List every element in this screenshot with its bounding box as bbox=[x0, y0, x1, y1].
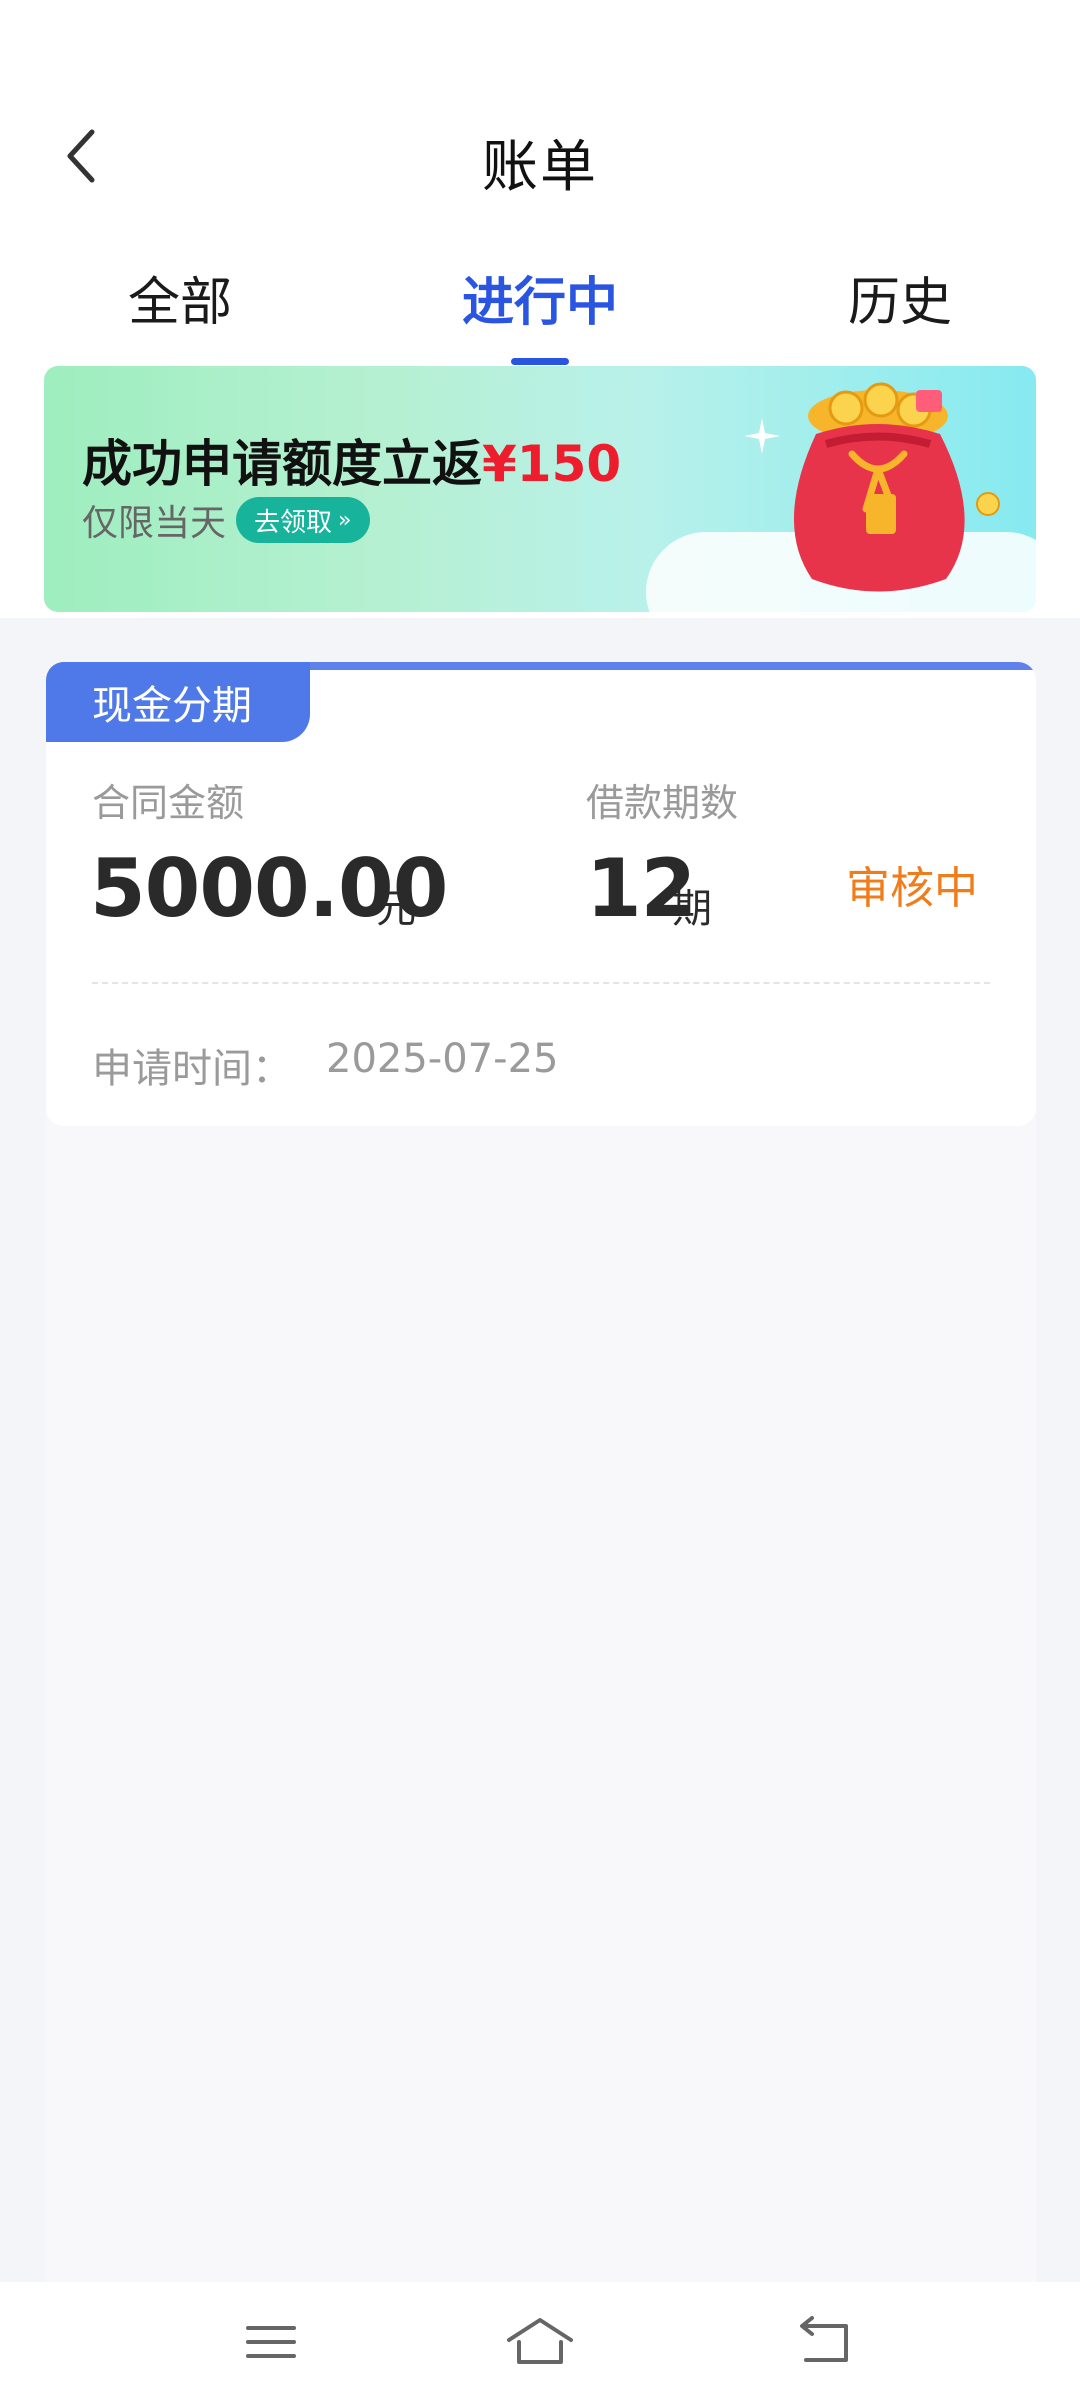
double-chevron-right-icon: » bbox=[338, 507, 352, 533]
status-badge: 审核中 bbox=[846, 863, 978, 914]
divider bbox=[92, 982, 990, 984]
tab-indicator bbox=[511, 358, 569, 365]
loan-term-unit: 期 bbox=[672, 886, 712, 932]
banner-subtitle: 仅限当天 bbox=[82, 503, 227, 544]
page-title: 账单 bbox=[482, 135, 598, 200]
promo-banner[interactable]: 成功申请额度立返¥150 仅限当天 去领取 » bbox=[44, 366, 1036, 612]
tab-in-progress[interactable]: 进行中 bbox=[390, 260, 690, 340]
tab-bar: 全部 进行中 历史 bbox=[0, 260, 1080, 370]
loan-type-tag: 现金分期 bbox=[46, 662, 310, 742]
system-nav-bar bbox=[0, 2282, 1080, 2408]
loan-card[interactable]: 现金分期 合同金额 借款期数 5000.00 元 12 期 审核中 申请时间： … bbox=[46, 662, 1036, 1126]
money-bag-icon bbox=[793, 382, 1000, 592]
menu-icon[interactable] bbox=[236, 2312, 306, 2372]
banner-title-text: 成功申请额度立返 bbox=[82, 435, 482, 493]
contract-amount-unit: 元 bbox=[376, 886, 416, 932]
claim-button[interactable]: 去领取 » bbox=[236, 497, 370, 543]
home-icon[interactable] bbox=[505, 2312, 575, 2372]
back-icon[interactable] bbox=[790, 2312, 860, 2372]
tab-all[interactable]: 全部 bbox=[30, 260, 330, 340]
claim-button-label: 去领取 bbox=[254, 507, 333, 538]
contract-amount-label: 合同金额 bbox=[92, 781, 245, 825]
banner-title-amount: ¥150 bbox=[482, 435, 622, 493]
apply-time-value: 2025-07-25 bbox=[326, 1036, 559, 1082]
banner-subtitle-row: 仅限当天 去领取 » bbox=[82, 494, 370, 546]
tab-history[interactable]: 历史 bbox=[750, 260, 1050, 340]
apply-time-label: 申请时间： bbox=[92, 1046, 292, 1092]
loan-term-label: 借款期数 bbox=[586, 781, 739, 825]
banner-title: 成功申请额度立返¥150 bbox=[82, 424, 621, 496]
